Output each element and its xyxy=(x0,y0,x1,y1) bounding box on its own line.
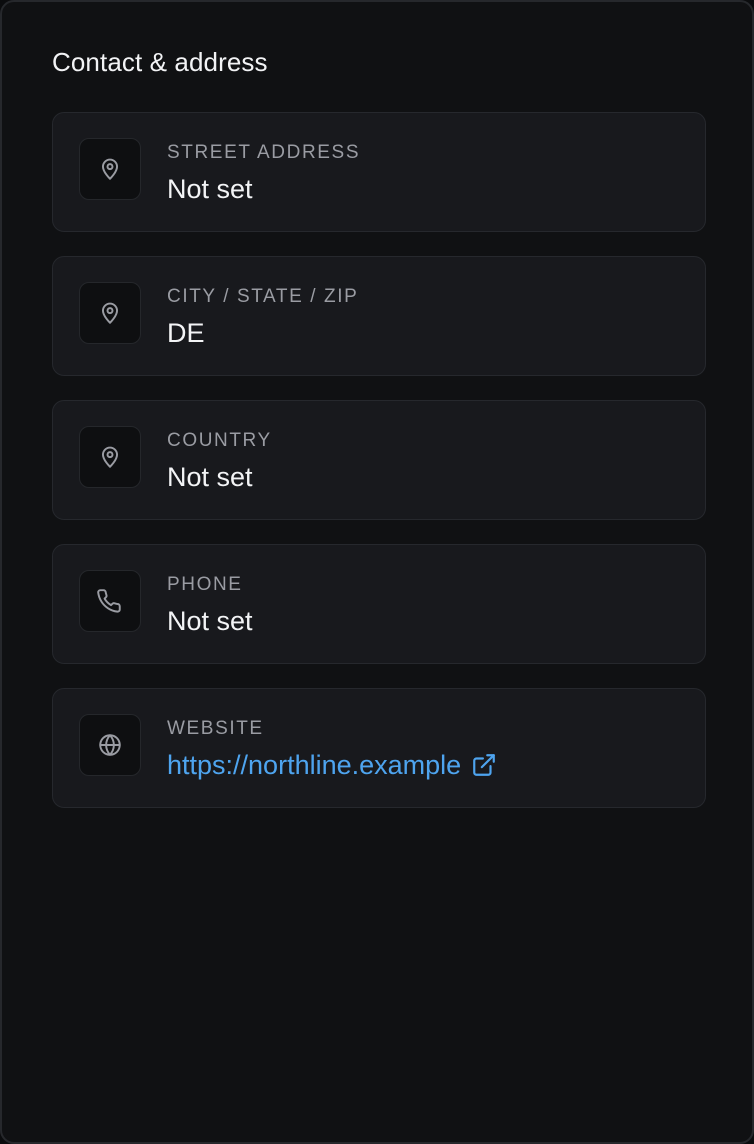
phone-icon xyxy=(79,570,141,632)
country-value: Not set xyxy=(167,462,253,492)
website-row: WEBSITE https://northline.example xyxy=(52,688,706,808)
street-address-row: STREET ADDRESS Not set xyxy=(52,112,706,232)
street-address-value: Not set xyxy=(167,174,253,204)
city-state-zip-label: CITY / STATE / ZIP xyxy=(167,286,359,307)
panel-title: Contact & address xyxy=(52,47,268,77)
contact-address-panel: Contact & address STREET ADDRESS Not set… xyxy=(0,0,754,1144)
phone-value: Not set xyxy=(167,606,253,636)
external-link-icon xyxy=(473,754,496,776)
country-row: COUNTRY Not set xyxy=(52,400,706,520)
globe-icon xyxy=(79,714,141,776)
phone-row: PHONE Not set xyxy=(52,544,706,664)
city-state-zip-row: CITY / STATE / ZIP DE xyxy=(52,256,706,376)
map-pin-icon xyxy=(79,282,141,344)
website-link-text: https://northline.example xyxy=(167,750,462,780)
street-address-label: STREET ADDRESS xyxy=(167,142,361,163)
country-label: COUNTRY xyxy=(167,430,272,451)
contact-fields-list: STREET ADDRESS Not set CITY / STATE / ZI… xyxy=(52,112,706,832)
map-pin-icon xyxy=(79,138,141,200)
website-label: WEBSITE xyxy=(167,718,264,739)
city-state-zip-value: DE xyxy=(167,318,205,348)
phone-label: PHONE xyxy=(167,574,243,595)
website-link[interactable]: https://northline.example xyxy=(167,748,497,782)
map-pin-icon xyxy=(79,426,141,488)
